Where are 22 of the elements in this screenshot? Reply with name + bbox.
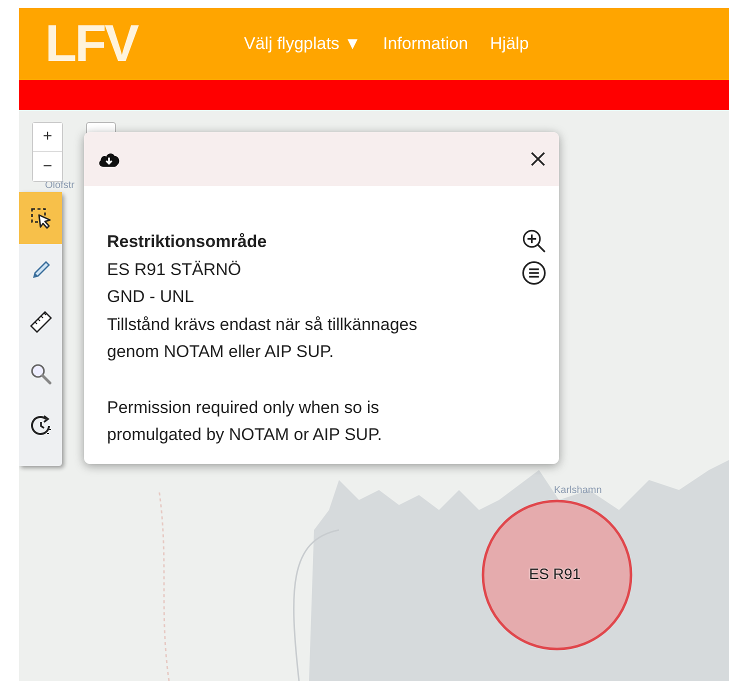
nav-link[interactable]: Hjälp [490, 34, 529, 54]
popup-title: Restriktionsområde [107, 231, 268, 253]
tool-button[interactable] [19, 192, 62, 244]
logo[interactable]: LFV [45, 18, 160, 70]
search-icon [28, 362, 52, 386]
zoom-in-icon[interactable] [521, 228, 547, 254]
area-label: ES R91 [529, 566, 581, 583]
popup-text: GND - UNL [107, 286, 195, 308]
cloud-download-icon[interactable] [98, 150, 120, 168]
restricted-area-circle[interactable] [482, 500, 632, 650]
nav-link[interactable]: Välj flygplats ▼ [244, 34, 361, 54]
popup-paragraph: Permission required only when so is promulgated by NOTAM or AIP SUP. [107, 396, 383, 446]
popup-paragraph: Tillstånd krävs endast när så tillkännages genom NOTAM eller AIP SUP. [107, 314, 418, 363]
nav-link[interactable]: Information [382, 34, 468, 54]
popup-text: ES R91 STÄRNÖ [107, 258, 242, 280]
place-label: Karlshamn [554, 485, 602, 496]
ruler-icon [28, 310, 52, 334]
timer-icon [28, 414, 52, 438]
select-tool-icon [28, 206, 52, 230]
zoom-in-button[interactable]: + [33, 123, 62, 152]
close-icon[interactable] [529, 150, 547, 168]
list-icon[interactable] [521, 260, 547, 286]
